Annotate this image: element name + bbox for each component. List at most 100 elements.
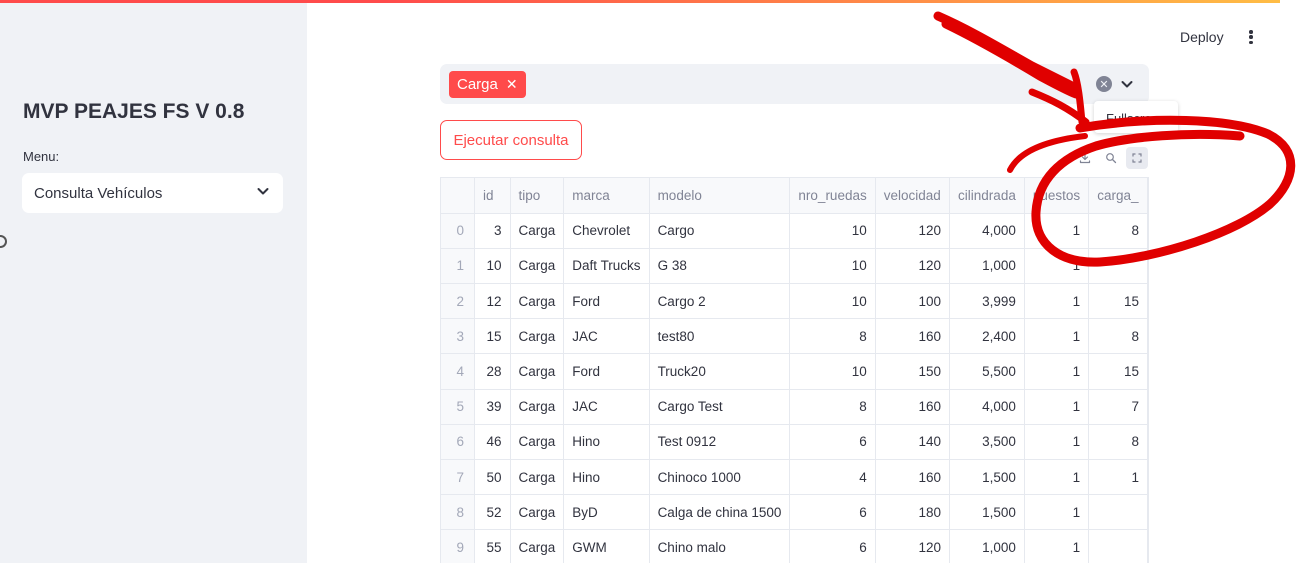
table-cell-carga: 15	[1088, 283, 1148, 320]
table-cell-id: 39	[474, 389, 511, 425]
table-cell-id: 52	[474, 494, 511, 531]
table-cell-marca: JAC	[563, 318, 650, 355]
table-cell-nro-ruedas: 4	[789, 459, 876, 496]
table-cell-idx: 6	[441, 424, 476, 461]
table-cell-cilindrada: 2,400	[949, 318, 1025, 355]
tag-label: Carga	[457, 76, 498, 93]
table-cell-velocidad: 160	[875, 459, 951, 496]
table-cell-tipo: Carga	[510, 494, 565, 531]
table-cell-cilindrada: 1,000	[949, 248, 1025, 285]
table-cell-tipo: Carga	[510, 283, 565, 320]
table-cell-puestos: 1	[1024, 248, 1090, 285]
table-cell-carga: 8	[1088, 318, 1148, 355]
table-cell-idx: 0	[441, 213, 476, 249]
column-header[interactable]	[441, 178, 476, 214]
table-cell-carga	[1088, 494, 1148, 531]
table-row[interactable]: 1 10 Carga Daft Trucks G 38 10 120 1,000 1	[441, 248, 1148, 285]
table-cell-tipo: Carga	[510, 213, 565, 249]
column-header[interactable]: tipo	[510, 178, 565, 214]
table-cell-velocidad: 160	[875, 318, 951, 355]
table-cell-id: 12	[474, 283, 511, 320]
download-icon[interactable]	[1074, 147, 1096, 169]
table-cell-marca: GWM	[563, 529, 650, 563]
dataframe-toolbar	[1068, 145, 1150, 171]
deploy-button[interactable]: Deploy	[1180, 29, 1224, 45]
results-table: id tipo marca modelo nro_ruedas velocida…	[441, 178, 1148, 563]
table-cell-nro-ruedas: 10	[789, 283, 876, 320]
table-row[interactable]: 8 52 Carga ByD Calga de china 1500 6 180 1,500 1	[441, 494, 1148, 531]
table-cell-marca: Hino	[563, 424, 650, 461]
table-cell-puestos: 1	[1024, 283, 1090, 320]
table-cell-nro-ruedas: 10	[789, 248, 876, 285]
table-cell-puestos: 1	[1024, 494, 1090, 531]
table-cell-velocidad: 100	[875, 283, 951, 320]
table-cell-carga: 8	[1088, 424, 1148, 461]
table-cell-carga: 15	[1088, 353, 1148, 390]
table-header-row: id tipo marca modelo nro_ruedas velocida…	[441, 178, 1148, 214]
main-menu-icon[interactable]	[1243, 28, 1259, 46]
table-cell-idx: 8	[441, 494, 476, 531]
table-cell-tipo: Carga	[510, 459, 565, 496]
table-cell-velocidad: 120	[875, 213, 951, 249]
table-cell-modelo: Chino malo	[649, 529, 791, 563]
results-dataframe[interactable]: id tipo marca modelo nro_ruedas velocida…	[440, 177, 1149, 563]
table-cell-idx: 2	[441, 283, 476, 320]
search-icon[interactable]	[1100, 147, 1122, 169]
table-cell-carga: 7	[1088, 389, 1148, 425]
execute-query-button[interactable]: Ejecutar consulta	[440, 120, 582, 160]
remove-tag-icon[interactable]: ✕	[506, 76, 518, 93]
table-row[interactable]: 9 55 Carga GWM Chino malo 6 120 1,000 1	[441, 529, 1148, 563]
type-multiselect[interactable]: Carga ✕ ✕	[440, 64, 1149, 104]
table-cell-cilindrada: 3,500	[949, 424, 1025, 461]
table-cell-cilindrada: 5,500	[949, 353, 1025, 390]
column-header[interactable]: modelo	[649, 178, 791, 214]
chevron-down-icon[interactable]	[1119, 76, 1135, 92]
table-cell-marca: Daft Trucks	[563, 248, 650, 285]
table-cell-puestos: 1	[1024, 529, 1090, 563]
sidebar-collapse-icon[interactable]	[0, 235, 7, 248]
table-cell-cilindrada: 1,500	[949, 459, 1025, 496]
table-cell-velocidad: 120	[875, 529, 951, 563]
table-cell-id: 28	[474, 353, 511, 390]
menu-select-value: Consulta Vehículos	[34, 184, 163, 202]
table-cell-modelo: Calga de china 1500	[649, 494, 791, 531]
sidebar	[0, 3, 307, 563]
table-row[interactable]: 4 28 Carga Ford Truck20 10 150 5,500 1 15	[441, 353, 1148, 390]
table-cell-modelo: G 38	[649, 248, 791, 285]
table-row[interactable]: 3 15 Carga JAC test80 8 160 2,400 1 8	[441, 318, 1148, 355]
table-cell-marca: JAC	[563, 389, 650, 425]
fullscreen-icon[interactable]	[1126, 147, 1148, 169]
column-header[interactable]: carga_	[1088, 178, 1148, 214]
menu-label: Menu:	[23, 149, 60, 164]
column-header[interactable]: puestos	[1024, 178, 1090, 214]
table-cell-marca: Hino	[563, 459, 650, 496]
table-cell-marca: Chevrolet	[563, 213, 650, 249]
table-row[interactable]: 2 12 Carga Ford Cargo 2 10 100 3,999 1 15	[441, 283, 1148, 320]
table-cell-id: 15	[474, 318, 511, 355]
table-cell-nro-ruedas: 8	[789, 389, 876, 425]
table-cell-idx: 1	[441, 248, 476, 285]
table-row[interactable]: 6 46 Carga Hino Test 0912 6 140 3,500 1 8	[441, 424, 1148, 461]
table-cell-carga	[1088, 248, 1148, 285]
column-header[interactable]: marca	[563, 178, 650, 214]
table-cell-modelo: Cargo 2	[649, 283, 791, 320]
column-header[interactable]: nro_ruedas	[789, 178, 876, 214]
table-cell-cilindrada: 1,000	[949, 529, 1025, 563]
clear-all-icon[interactable]: ✕	[1096, 76, 1112, 92]
table-cell-nro-ruedas: 8	[789, 318, 876, 355]
table-row[interactable]: 7 50 Carga Hino Chinoco 1000 4 160 1,500 1 1	[441, 459, 1148, 496]
table-cell-modelo: Cargo Test	[649, 389, 791, 425]
column-header[interactable]: id	[474, 178, 511, 214]
table-cell-cilindrada: 4,000	[949, 213, 1025, 249]
table-cell-idx: 3	[441, 318, 476, 355]
table-cell-tipo: Carga	[510, 529, 565, 563]
column-header[interactable]: cilindrada	[949, 178, 1025, 214]
table-cell-cilindrada: 1,500	[949, 494, 1025, 531]
column-header[interactable]: velocidad	[875, 178, 951, 214]
menu-select[interactable]: Consulta Vehículos	[22, 173, 283, 213]
table-row[interactable]: 0 3 Carga Chevrolet Cargo 10 120 4,000 1 8	[441, 213, 1148, 249]
fullscreen-tooltip: Fullscreen	[1094, 101, 1178, 133]
table-cell-nro-ruedas: 6	[789, 424, 876, 461]
table-cell-modelo: Truck20	[649, 353, 791, 390]
table-row[interactable]: 5 39 Carga JAC Cargo Test 8 160 4,000 1 7	[441, 389, 1148, 425]
